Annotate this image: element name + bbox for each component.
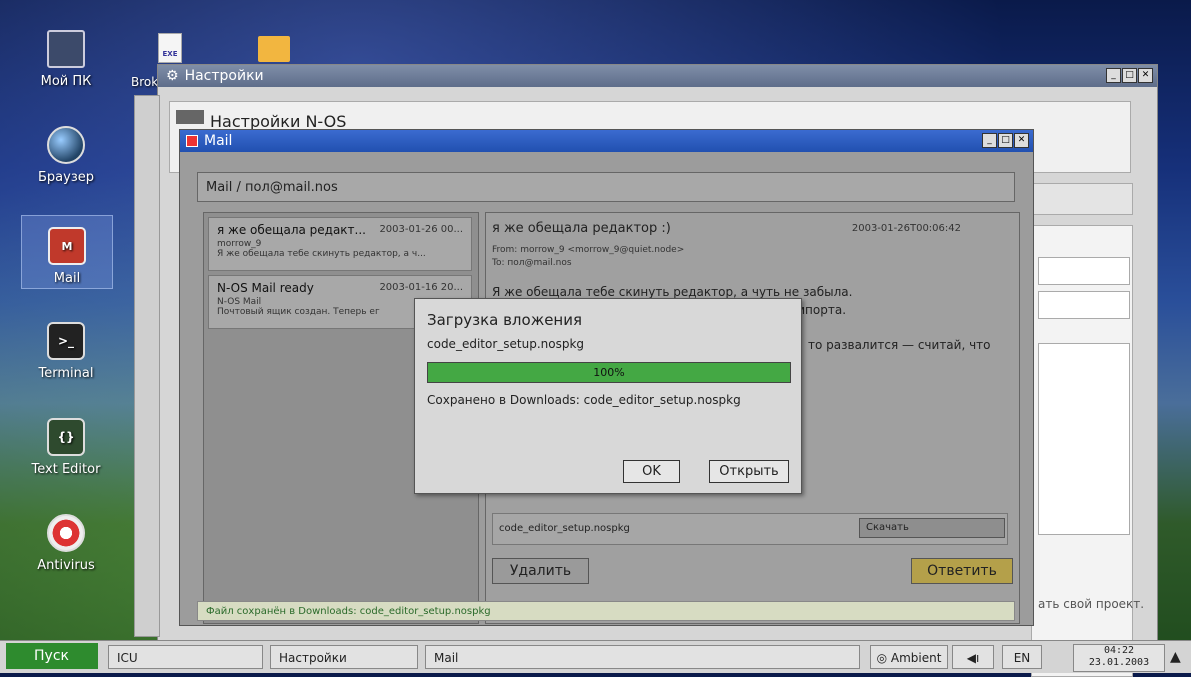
- mail-app-icon: [186, 135, 198, 147]
- maximize-icon[interactable]: □: [998, 133, 1013, 148]
- desktop-icon-label-brok[interactable]: Brok: [131, 75, 158, 89]
- mail-item-date: 2003-01-26 00...: [379, 224, 463, 235]
- maximize-icon[interactable]: □: [1122, 68, 1137, 83]
- delete-button[interactable]: Удалить: [492, 558, 589, 584]
- bell-icon[interactable]: ▲: [1170, 649, 1181, 665]
- attachment-row: code_editor_setup.nospkg Скачать: [492, 513, 1008, 545]
- desktop-icon-mail[interactable]: M Mail: [21, 215, 113, 289]
- mail-window-controls: _ □ ✕: [982, 133, 1029, 148]
- download-button[interactable]: Скачать: [859, 518, 1005, 538]
- volume-control[interactable]: ◀ı: [952, 645, 994, 669]
- settings-title: Настройки: [184, 68, 264, 84]
- taskbar: Пуск ICU Настройки Mail ◎ Ambient ◀ı EN …: [0, 640, 1191, 673]
- dialog-filename: code_editor_setup.nospkg: [427, 337, 585, 351]
- language-indicator[interactable]: EN: [1002, 645, 1042, 669]
- minimize-icon[interactable]: _: [982, 133, 997, 148]
- mail-icon: M: [48, 227, 86, 265]
- taskbar-clock[interactable]: 04:22 23.01.2003: [1073, 644, 1165, 672]
- mail-titlebar[interactable]: Mail _ □ ✕: [180, 130, 1033, 152]
- desktop-icon-label: Text Editor: [31, 462, 101, 477]
- desktop-icon-label: Мой ПК: [40, 74, 92, 89]
- mail-title: Mail: [204, 133, 233, 149]
- download-dialog: Загрузка вложения code_editor_setup.nosp…: [414, 298, 802, 494]
- folder-icon[interactable]: [258, 36, 290, 62]
- background-window-strip: [134, 95, 160, 637]
- desktop-icon-antivirus[interactable]: Antivirus: [21, 514, 111, 573]
- ok-button[interactable]: OK: [623, 460, 680, 483]
- settings-titlebar[interactable]: ⚙ Настройки _ □ ✕: [158, 65, 1157, 87]
- mail-account-header: Mail / пол@mail.nos: [197, 172, 1015, 202]
- reply-button[interactable]: Ответить: [911, 558, 1013, 584]
- message-date: 2003-01-26T00:06:42: [851, 223, 961, 234]
- settings-field-2[interactable]: [1038, 291, 1130, 319]
- globe-icon: [47, 126, 85, 164]
- settings-window-controls: _ □ ✕: [1106, 68, 1153, 83]
- desktop-icon-terminal[interactable]: >_ Terminal: [21, 322, 111, 381]
- clock-time: 04:22: [1103, 645, 1135, 656]
- attachment-filename: code_editor_setup.nospkg: [499, 523, 630, 534]
- close-icon[interactable]: ✕: [1138, 68, 1153, 83]
- terminal-icon: >_: [47, 322, 85, 360]
- mail-item-preview: Я же обещала тебе скинуть редактор, а ч.…: [217, 249, 426, 259]
- ambient-toggle[interactable]: ◎ Ambient: [870, 645, 948, 669]
- taskbar-item-settings[interactable]: Настройки: [270, 645, 418, 669]
- message-body-line: то развалится — считай, что: [808, 338, 991, 352]
- desktop-icon-my-pc[interactable]: Мой ПК: [21, 30, 111, 89]
- download-progress-bar: 100%: [427, 362, 791, 383]
- speaker-icon: ◀ı: [966, 651, 980, 665]
- mail-item-sender: morrow_9: [217, 239, 262, 249]
- minimize-icon[interactable]: _: [1106, 68, 1121, 83]
- settings-tab-area[interactable]: [1031, 183, 1133, 215]
- settings-field-1[interactable]: [1038, 257, 1130, 285]
- settings-app-icon: ⚙: [166, 68, 179, 84]
- lifebuoy-icon: [47, 514, 85, 552]
- desktop-icon-label: Браузер: [38, 170, 94, 185]
- message-from: From: morrow_9 <morrow_9@quiet.node>: [492, 245, 685, 255]
- message-to: To: пол@mail.nos: [492, 258, 572, 268]
- taskbar-item-icu[interactable]: ICU: [108, 645, 263, 669]
- desktop-icon-label: Antivirus: [37, 558, 95, 573]
- start-button[interactable]: Пуск: [6, 643, 98, 669]
- ambient-label: Ambient: [890, 651, 942, 665]
- computer-icon: [47, 30, 85, 68]
- braces-icon: {}: [47, 418, 85, 456]
- close-icon[interactable]: ✕: [1014, 133, 1029, 148]
- message-body-line: Я же обещала тебе скинуть редактор, а чу…: [492, 285, 853, 299]
- desktop-icon-text-editor[interactable]: {} Text Editor: [21, 418, 111, 477]
- dialog-saved-text: Сохранено в Downloads: code_editor_setup…: [427, 393, 741, 407]
- message-body-line: мпорта.: [796, 303, 847, 317]
- settings-textarea[interactable]: [1038, 343, 1130, 535]
- mail-item-date: 2003-01-16 20...: [379, 282, 463, 293]
- clock-date: 23.01.2003: [1088, 657, 1150, 668]
- dialog-title: Загрузка вложения: [427, 311, 583, 329]
- message-subject: я же обещала редактор :): [492, 221, 671, 236]
- exe-file-icon[interactable]: EXE: [158, 33, 182, 63]
- taskbar-item-mail[interactable]: Mail: [425, 645, 860, 669]
- progress-label: 100%: [593, 366, 625, 379]
- desktop-icon-label: Terminal: [38, 366, 94, 381]
- mail-list-item[interactable]: я же обещала редакт... 2003-01-26 00... …: [208, 217, 472, 271]
- settings-footer-text: ать свой проект.: [1038, 597, 1145, 611]
- open-button[interactable]: Открыть: [709, 460, 789, 483]
- ambient-icon: ◎: [876, 651, 888, 665]
- settings-thumbnail: [176, 110, 204, 124]
- desktop-icon-label: Mail: [53, 271, 81, 286]
- mail-status-bar: Файл сохранён в Downloads: code_editor_s…: [197, 601, 1015, 621]
- desktop-icon-browser[interactable]: Браузер: [21, 126, 111, 185]
